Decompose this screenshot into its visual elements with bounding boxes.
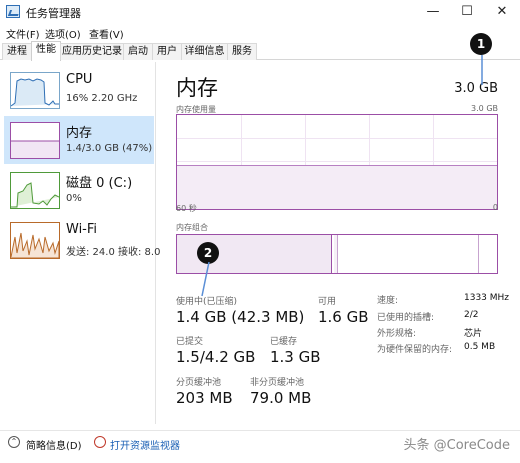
tab-performance[interactable]: 性能 — [31, 41, 61, 61]
cached-value: 1.3 GB — [270, 348, 321, 366]
task-manager-icon — [6, 5, 20, 18]
form-factor-label: 外形规格: — [377, 329, 417, 339]
sidebar-item-wifi[interactable]: Wi-Fi 发送: 24.0 接收: 8.0 — [4, 216, 160, 264]
slots-label: 已使用的插槽: — [377, 313, 435, 323]
menu-options[interactable]: 选项(O) — [45, 26, 81, 41]
sidebar-item-label: 内存 — [66, 126, 93, 141]
tab-details[interactable]: 详细信息 — [181, 43, 228, 60]
sidebar-item-cpu[interactable]: CPU 16% 2.20 GHz — [4, 66, 154, 114]
available-label: 可用 — [318, 297, 337, 307]
memory-usage-fill — [177, 164, 497, 209]
annotation-badge-2: 2 — [197, 242, 219, 264]
total-memory: 3.0 GB — [454, 81, 498, 96]
tab-users[interactable]: 用户 — [152, 43, 182, 60]
menu-view[interactable]: 查看(V) — [89, 26, 124, 41]
tab-app-history[interactable]: 应用历史记录 — [60, 43, 124, 60]
annotation-line-1 — [481, 55, 483, 85]
cached-label: 已缓存 — [270, 337, 298, 347]
sidebar-item-sub: 1.4/3.0 GB (47%) — [66, 143, 153, 154]
chevron-up-icon[interactable]: ⌃ — [8, 436, 20, 448]
close-button[interactable]: ✕ — [485, 0, 519, 24]
sidebar-item-sub: 发送: 24.0 接收: 8.0 — [66, 247, 161, 258]
sidebar-item-sub: 16% 2.20 GHz — [66, 93, 138, 104]
resource-sidebar: CPU 16% 2.20 GHz 内存 1.4/3.0 GB (47%) 磁盘 … — [0, 62, 160, 424]
reserved-value: 0.5 MB — [464, 342, 496, 352]
sidebar-item-disk[interactable]: 磁盘 0 (C:) 0% — [4, 166, 154, 214]
nonpaged-pool-value: 79.0 MB — [250, 389, 312, 407]
composition-divider — [337, 235, 338, 273]
tab-bar: 进程 性能 应用历史记录 启动 用户 详细信息 服务 — [0, 41, 520, 61]
slots-value: 2/2 — [464, 310, 479, 320]
title-bar: 任务管理器 — ☐ ✕ — [0, 0, 520, 24]
form-factor-value: 芯片 — [464, 329, 483, 339]
composition-divider — [477, 235, 479, 273]
sidebar-item-memory[interactable]: 内存 1.4/3.0 GB (47%) — [4, 116, 154, 164]
sidebar-item-label: 磁盘 0 (C:) — [66, 176, 133, 191]
composition-label: 内存组合 — [176, 223, 208, 232]
memory-composition-bar — [176, 234, 498, 274]
usage-graph-max: 3.0 GB — [471, 104, 498, 113]
grid-line — [177, 161, 497, 163]
tab-services[interactable]: 服务 — [227, 43, 257, 60]
wifi-graph-icon — [10, 222, 60, 259]
sidebar-item-label: Wi-Fi — [66, 222, 98, 237]
composition-divider — [330, 235, 332, 273]
watermark-text: 头条 @CoreCode — [403, 438, 510, 453]
paged-pool-label: 分页缓冲池 — [176, 378, 222, 388]
paged-pool-value: 203 MB — [176, 389, 233, 407]
page-title: 内存 — [176, 76, 218, 100]
sidebar-item-sub: 0% — [66, 193, 82, 204]
menu-bar: 文件(F) 选项(O) 查看(V) — [0, 24, 520, 41]
in-use-value: 1.4 GB (42.3 MB) — [176, 308, 305, 326]
nonpaged-pool-label: 非分页缓冲池 — [250, 378, 305, 388]
open-resource-monitor-link[interactable]: 打开资源监视器 — [110, 437, 180, 452]
cpu-graph-icon — [10, 72, 60, 109]
fewer-details-button[interactable]: 简略信息(D) — [26, 437, 82, 452]
memory-graph-icon — [10, 122, 60, 159]
time-axis-label: 60 秒 — [176, 204, 197, 213]
annotation-line-2 — [201, 262, 210, 297]
resource-monitor-icon — [94, 436, 106, 448]
memory-usage-graph — [176, 114, 498, 210]
grid-line — [177, 137, 497, 139]
available-value: 1.6 GB — [318, 308, 369, 326]
maximize-button[interactable]: ☐ — [450, 0, 484, 24]
window-title: 任务管理器 — [26, 7, 81, 20]
disk-graph-icon — [10, 172, 60, 209]
time-axis-zero: 0 — [492, 203, 498, 212]
tab-startup[interactable]: 启动 — [123, 43, 153, 60]
minimize-button[interactable]: — — [416, 0, 450, 24]
annotation-badge-1: 1 — [470, 33, 492, 55]
committed-value: 1.5/4.2 GB — [176, 348, 256, 366]
sidebar-item-label: CPU — [66, 72, 93, 87]
reserved-label: 为硬件保留的内存: — [377, 345, 453, 355]
speed-value: 1333 MHz — [464, 293, 510, 303]
menu-file[interactable]: 文件(F) — [6, 26, 40, 41]
tab-processes[interactable]: 进程 — [2, 43, 32, 60]
committed-label: 已提交 — [176, 337, 204, 347]
speed-label: 速度: — [377, 296, 399, 306]
